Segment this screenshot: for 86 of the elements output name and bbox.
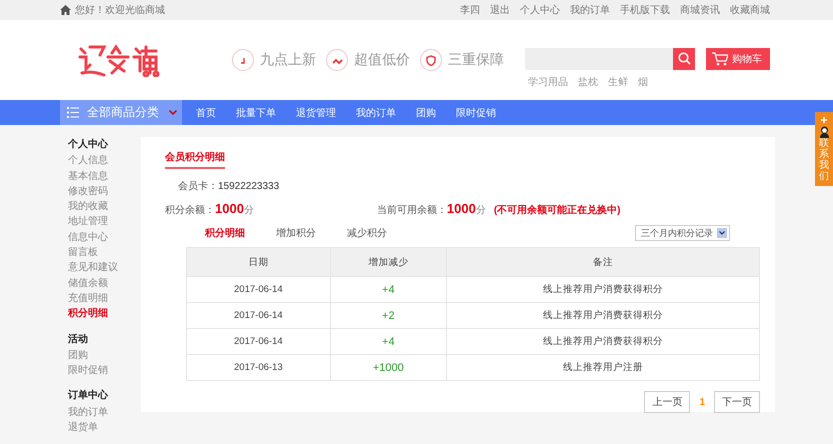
sidebar-heading: 个人中心 — [68, 137, 109, 152]
table-cell: +4 — [330, 328, 446, 354]
top-link[interactable]: 个人中心 — [520, 3, 560, 17]
table-cell: +1000 — [330, 354, 446, 380]
dropdown-arrow-icon — [717, 228, 727, 238]
hot-search-link[interactable]: 烟 — [638, 74, 648, 88]
sidebar-link[interactable]: 积分明细 — [68, 306, 138, 322]
sidebar-link[interactable]: 留言板 — [68, 245, 138, 260]
member-card-number: 15922223333 — [218, 181, 280, 192]
person-icon — [818, 126, 830, 138]
points-tab[interactable]: 减少积分 — [347, 226, 418, 240]
table-cell: 2017-06-14 — [186, 328, 330, 354]
greeting-text: 您好！欢迎光临商城 — [75, 4, 165, 17]
column-header: 日期 — [186, 248, 330, 276]
sidebar-link[interactable]: 修改密码 — [68, 184, 138, 200]
member-card-label: 会员卡： — [178, 180, 218, 193]
sidebar-link[interactable]: 基本信息 — [68, 168, 138, 184]
nav-link[interactable]: 首页 — [190, 106, 222, 120]
sidebar-heading: 订单中心 — [68, 388, 109, 404]
search-field[interactable] — [525, 48, 673, 70]
nav-link[interactable]: 批量下单 — [230, 106, 282, 120]
table-cell: 线上推荐用户消费获得积分 — [446, 276, 760, 302]
available-value: 1000 — [446, 201, 476, 216]
table-cell: 2017-06-14 — [186, 302, 330, 328]
column-header: 增加减少 — [330, 248, 446, 276]
period-dropdown[interactable]: 三个月内积分记录 — [635, 225, 730, 241]
nav-link[interactable]: 我的订单 — [350, 106, 402, 120]
points-tab[interactable]: 积分明细 — [205, 226, 276, 240]
balance-value: 1000 — [215, 201, 244, 216]
chevron-down-icon — [169, 110, 177, 115]
feature-icon — [326, 49, 348, 71]
sidebar-link[interactable]: 储值余额 — [68, 276, 138, 291]
balance-label: 积分余额： — [165, 204, 215, 217]
hot-search-link[interactable]: 生鲜 — [608, 74, 628, 88]
home-icon[interactable] — [60, 5, 71, 15]
nav-link[interactable]: 团购 — [410, 106, 442, 120]
top-link[interactable]: 退出 — [490, 3, 510, 17]
table-cell: 线上推荐用户注册 — [446, 354, 760, 380]
next-page-button[interactable]: 下一页 — [714, 391, 760, 413]
nav-link[interactable]: 退货管理 — [290, 106, 342, 120]
table-cell: +4 — [330, 276, 446, 302]
table-cell: +2 — [330, 302, 446, 328]
contact-us-tab[interactable]: + 联系我们 — [815, 112, 833, 186]
hot-search-link[interactable]: 盐枕 — [578, 74, 598, 88]
hot-search-link[interactable]: 学习用品 — [528, 74, 568, 88]
table-cell: 线上推荐用户消费获得积分 — [446, 302, 760, 328]
sidebar-link[interactable]: 限时促销 — [68, 363, 138, 378]
table-cell: 2017-06-13 — [186, 354, 330, 380]
sidebar-link[interactable]: 团购 — [68, 348, 138, 364]
unit-text: 分 — [476, 204, 486, 217]
feature-icon — [232, 49, 254, 71]
sidebar-link[interactable]: 我的收藏 — [68, 199, 138, 214]
list-icon — [67, 107, 79, 118]
top-link[interactable]: 收藏商城 — [730, 3, 770, 17]
sidebar-link[interactable]: 充值明细 — [68, 290, 138, 306]
available-label: 当前可用余额： — [376, 204, 447, 217]
points-tab[interactable]: 增加积分 — [276, 226, 347, 240]
search-button[interactable] — [673, 48, 695, 70]
top-link[interactable]: 商城资讯 — [680, 3, 720, 17]
sidebar-link[interactable]: 我的订单 — [68, 404, 138, 420]
top-link[interactable]: 手机版下载 — [620, 3, 670, 17]
column-header: 备注 — [446, 248, 760, 276]
page-number[interactable]: 1 — [699, 396, 705, 408]
feature-label: 九点上新 — [260, 51, 316, 69]
sidebar-heading: 活动 — [68, 332, 89, 347]
top-link[interactable]: 李四 — [460, 3, 480, 17]
nav-link[interactable]: 限时促销 — [450, 106, 502, 120]
table-cell: 2017-06-14 — [186, 276, 330, 302]
feature-icon — [420, 49, 442, 71]
feature-label: 三重保障 — [448, 51, 504, 69]
sidebar-link[interactable]: 信息中心 — [68, 230, 138, 246]
sidebar-link[interactable]: 地址管理 — [68, 214, 138, 230]
cart-button[interactable]: 购物车 — [706, 48, 770, 70]
category-menu-button[interactable]: 全部商品分类 — [60, 100, 182, 125]
cart-icon — [712, 52, 728, 66]
top-link[interactable]: 我的订单 — [570, 3, 610, 17]
search-icon — [678, 52, 690, 65]
prev-page-button[interactable]: 上一页 — [644, 391, 690, 413]
sidebar-link[interactable]: 退货单 — [68, 420, 138, 436]
available-note: (不可用余额可能正在兑换中) — [494, 203, 621, 217]
feature-label: 超值低价 — [354, 51, 410, 69]
panel-title: 会员积分明细 — [165, 150, 225, 169]
unit-text: 分 — [244, 204, 254, 217]
sidebar-link[interactable]: 意见和建议 — [68, 260, 138, 276]
sidebar-link[interactable]: 个人信息 — [68, 153, 138, 169]
table-cell: 线上推荐用户消费获得积分 — [446, 328, 760, 354]
